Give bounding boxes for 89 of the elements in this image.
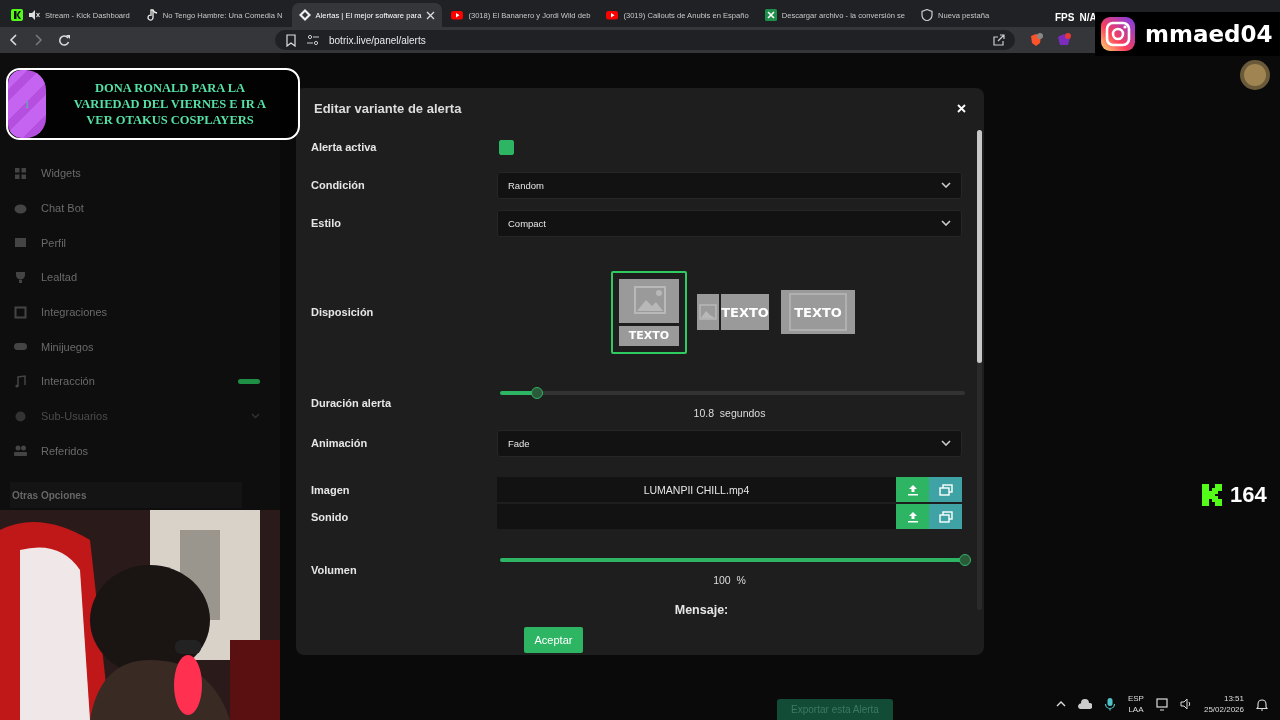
upload-button[interactable] <box>896 504 929 529</box>
image-placeholder-icon <box>619 278 679 323</box>
sidebar-item[interactable]: Interacción <box>10 364 260 399</box>
close-icon[interactable] <box>426 10 436 20</box>
section-heading: Otras Opciones <box>10 482 242 509</box>
dropdown[interactable]: Fade <box>497 429 962 457</box>
play-icon <box>606 9 619 21</box>
dropdown[interactable]: Random <box>497 171 962 199</box>
image-placeholder-icon <box>697 294 719 330</box>
url-text: botrix.live/panel/alerts <box>329 34 426 46</box>
checkbox[interactable] <box>499 139 514 155</box>
trophy-icon <box>14 270 27 284</box>
fps-value: N/A <box>1079 12 1097 23</box>
forward-icon[interactable] <box>33 34 44 46</box>
message-heading: Mensaje: <box>673 603 730 617</box>
upload-button[interactable] <box>896 477 929 502</box>
users-icon <box>14 444 27 458</box>
file-field[interactable]: LUMANPII CHILL.mp4 <box>497 477 896 502</box>
chevron-up-icon[interactable] <box>1055 700 1066 708</box>
follower-count: 164 <box>1230 482 1267 508</box>
sidebar-item[interactable]: Minijuegos <box>10 329 260 365</box>
layout-text: TEXTO <box>721 294 769 330</box>
field-label: Estilo <box>311 217 342 229</box>
share-icon[interactable] <box>993 34 1005 46</box>
slider-value: 10.8 segundos <box>693 407 766 419</box>
social-handle: mmaed04 <box>1145 21 1273 47</box>
images-icon <box>938 510 953 523</box>
muted-speaker-icon[interactable] <box>28 9 40 21</box>
field-label: Alerta activa <box>311 141 378 153</box>
grid-icon <box>14 166 27 180</box>
images-icon <box>938 483 953 496</box>
sidebar-item[interactable]: Referidos <box>10 433 260 469</box>
language-indicator[interactable]: ESP LAA <box>1127 693 1144 715</box>
spreadsheet-icon <box>764 9 777 21</box>
speaker-icon[interactable] <box>1179 698 1192 710</box>
lion-shield-icon[interactable] <box>1029 33 1043 47</box>
field-label: Condición <box>311 179 366 191</box>
kick-logo-icon <box>1202 484 1222 506</box>
network-icon[interactable] <box>1155 697 1168 711</box>
upload-icon <box>906 510 919 523</box>
sidebar-item[interactable]: Widgets <box>10 156 260 191</box>
reload-icon[interactable] <box>58 33 71 47</box>
avatar-icon[interactable] <box>1240 60 1270 90</box>
music-note-icon <box>14 374 27 388</box>
count-badge: 1 <box>8 70 46 138</box>
slider-thumb[interactable] <box>959 554 971 566</box>
dialog-title: Editar variante de alerta <box>314 100 462 116</box>
play-icon <box>451 9 464 21</box>
dropdown-value: Random <box>508 179 544 191</box>
camera-logo-icon <box>1101 17 1135 51</box>
slider-thumb[interactable] <box>531 387 544 399</box>
dropdown-value: Fade <box>508 437 530 449</box>
field-label: Sonido <box>311 510 350 523</box>
field-label: Imagen <box>311 483 351 496</box>
sidebar-item[interactable]: Integraciones <box>10 294 260 330</box>
field-label: Volumen <box>311 564 358 576</box>
fps-label: FPS <box>1055 12 1075 23</box>
file-name: LUMANPII CHILL.mp4 <box>643 483 750 496</box>
bookmark-icon[interactable] <box>285 33 297 47</box>
upload-icon <box>906 483 919 496</box>
scrollbar-thumb[interactable] <box>977 130 982 363</box>
dropdown-value: Compact <box>508 217 546 229</box>
dropdown[interactable]: Compact <box>497 209 962 237</box>
notification-bell-icon[interactable] <box>1256 697 1268 711</box>
field-label: Duración alerta <box>311 397 393 409</box>
donation-message: DONA RONALD PARA LA VARIEDAD DEL VIERNES E IR A VER OTAKUS COSPLAYERS <box>72 80 268 128</box>
field-label: Animación <box>311 437 369 449</box>
clock[interactable]: 13:51 25/02/2026 <box>1203 693 1244 715</box>
sidebar-item[interactable]: Lealtad <box>10 260 260 295</box>
diamond-icon <box>298 9 311 21</box>
site-settings-icon[interactable] <box>307 34 319 46</box>
file-field[interactable] <box>497 504 896 529</box>
microphone-icon[interactable] <box>1103 697 1116 711</box>
chevron-down-icon <box>941 440 951 446</box>
chevron-down-icon <box>941 182 951 188</box>
chevron-down-icon <box>941 220 951 226</box>
shield-icon <box>921 9 933 21</box>
rewards-icon[interactable] <box>1057 33 1071 47</box>
sidebar-item[interactable]: Chat Bot <box>10 190 260 226</box>
layout-text: TEXTO <box>794 304 842 320</box>
kick-logo-icon <box>11 9 23 21</box>
layout-text: TEXTO <box>619 325 679 346</box>
address-bar[interactable]: botrix.live/panel/alerts <box>275 30 1015 50</box>
slider-value: 100 % <box>713 574 746 586</box>
field-label: Disposición <box>311 306 375 318</box>
back-icon[interactable] <box>8 34 19 46</box>
music-note-icon <box>145 9 158 21</box>
square-icon <box>14 305 27 319</box>
sidebar-item[interactable]: Perfil <box>10 225 260 261</box>
